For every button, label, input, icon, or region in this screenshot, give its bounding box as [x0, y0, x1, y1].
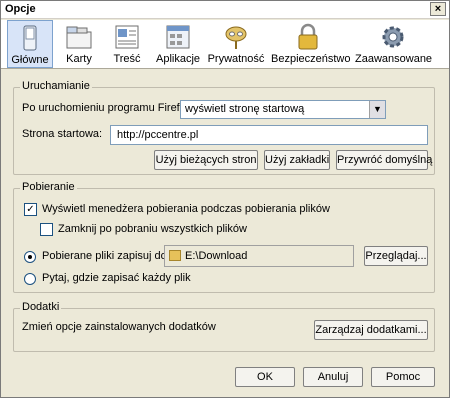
window-title: Opcje: [5, 3, 36, 15]
options-dialog: Opcje × Główne Karty Treść Aplikacje Pry…: [0, 0, 450, 398]
tab-security-label: Bezpieczeństwo: [271, 53, 351, 65]
always-ask-radio[interactable]: [24, 273, 36, 285]
download-path-field: E:\Download: [164, 245, 354, 267]
category-toolbar: Główne Karty Treść Aplikacje Prywatność …: [1, 20, 449, 69]
tabs-icon: [66, 26, 92, 49]
homepage-label: Strona startowa:: [22, 128, 103, 140]
help-button[interactable]: Pomoc: [371, 367, 435, 387]
manage-addons-button[interactable]: Zarządzaj dodatkami...: [314, 320, 428, 340]
content-icon: [115, 25, 139, 49]
title-bar: Opcje ×: [1, 1, 449, 19]
gear-icon: [382, 26, 404, 48]
homepage-input[interactable]: http://pccentre.pl: [110, 125, 428, 145]
tab-applications-label: Aplikacje: [155, 53, 201, 65]
tab-tabs-label: Karty: [66, 53, 92, 65]
downloads-section: Pobieranie ✓ Wyświetl menedżera pobieran…: [13, 181, 435, 293]
applications-icon: [166, 25, 190, 49]
tab-security[interactable]: Bezpieczeństwo: [271, 20, 351, 68]
restore-default-button[interactable]: Przywróć domyślną: [336, 150, 432, 170]
show-download-manager-label: Wyświetl menedżera pobierania podczas po…: [42, 203, 330, 215]
tab-privacy[interactable]: Prywatność: [207, 20, 265, 68]
show-download-manager-checkbox[interactable]: ✓: [24, 203, 37, 216]
chevron-down-icon[interactable]: ▼: [369, 101, 385, 118]
close-button[interactable]: ×: [430, 2, 446, 16]
radio-dot: [28, 255, 32, 259]
save-to-radio[interactable]: [24, 251, 36, 263]
tab-main[interactable]: Główne: [7, 20, 53, 68]
use-current-pages-button[interactable]: Użyj bieżących stron: [154, 150, 258, 170]
startup-section: Uruchamianie Po uruchomieniu programu Fi…: [13, 80, 435, 175]
switch-icon: [23, 25, 37, 51]
startup-section-title: Uruchamianie: [20, 80, 92, 92]
addons-section: Dodatki Zmień opcje zainstalowanych doda…: [13, 301, 435, 352]
tab-tabs[interactable]: Karty: [59, 20, 99, 68]
tab-content[interactable]: Treść: [107, 20, 147, 68]
downloads-section-title: Pobieranie: [20, 181, 77, 193]
save-to-label: Pobierane pliki zapisuj do:: [42, 250, 170, 262]
tab-applications[interactable]: Aplikacje: [153, 20, 203, 68]
tab-advanced-label: Zaawansowane: [355, 53, 433, 65]
tab-content-label: Treść: [113, 53, 141, 65]
browse-button[interactable]: Przeglądaj...: [364, 246, 428, 266]
lock-icon: [298, 23, 318, 50]
always-ask-label: Pytaj, gdzie zapisać każdy plik: [42, 272, 191, 284]
on-start-label: Po uruchomieniu programu Firefox:: [22, 102, 195, 114]
addons-description: Zmień opcje zainstalowanych dodatków: [22, 321, 216, 333]
on-start-select[interactable]: wyświetl stronę startową ▼: [180, 100, 386, 119]
tab-advanced[interactable]: Zaawansowane: [355, 20, 433, 68]
cancel-button[interactable]: Anuluj: [303, 367, 363, 387]
tab-main-label: Główne: [11, 54, 49, 66]
download-path-value: E:\Download: [185, 250, 248, 262]
ok-button[interactable]: OK: [235, 367, 295, 387]
close-when-done-label: Zamknij po pobraniu wszystkich plików: [58, 223, 247, 235]
addons-section-title: Dodatki: [20, 301, 62, 313]
folder-icon: [169, 250, 181, 261]
tab-privacy-label: Prywatność: [207, 53, 265, 65]
use-bookmark-button[interactable]: Użyj zakładki: [264, 150, 330, 170]
close-when-done-checkbox[interactable]: [40, 223, 53, 236]
on-start-value: wyświetl stronę startową: [185, 103, 305, 115]
mask-icon: [225, 26, 247, 49]
